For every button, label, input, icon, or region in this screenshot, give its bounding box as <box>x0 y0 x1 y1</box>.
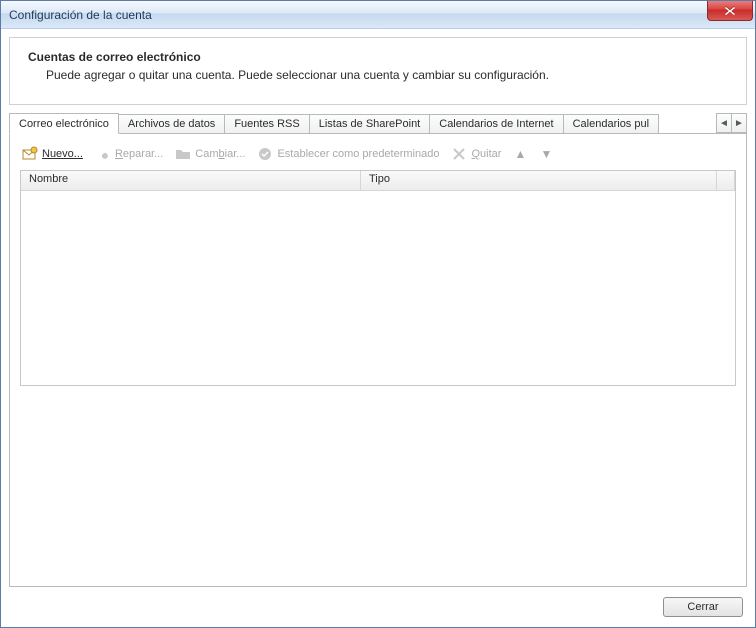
chevron-left-icon: ◄ <box>719 118 729 129</box>
account-settings-dialog: Configuración de la cuenta Cuentas de co… <box>0 0 756 628</box>
accounts-list: Nombre Tipo <box>20 170 736 386</box>
footer: Cerrar <box>9 587 747 619</box>
tab-fuentes-rss[interactable]: Fuentes RSS <box>224 114 309 133</box>
tab-calendarios-internet[interactable]: Calendarios de Internet <box>429 114 563 133</box>
window-close-button[interactable] <box>707 1 753 21</box>
change-button: Cambiar... <box>175 146 245 162</box>
set-default-label: Establecer como predeterminado <box>277 148 439 160</box>
change-label: Cambiar... <box>195 148 245 160</box>
column-header-spacer <box>717 171 735 190</box>
chevron-right-icon: ► <box>734 118 744 129</box>
tab-listas-sharepoint[interactable]: Listas de SharePoint <box>309 114 431 133</box>
column-header-name[interactable]: Nombre <box>21 171 361 190</box>
move-up-button: ▲ <box>513 147 527 161</box>
tab-scroll-left-button[interactable]: ◄ <box>716 113 732 133</box>
header-description: Puede agregar o quitar una cuenta. Puede… <box>28 68 728 82</box>
column-header-type[interactable]: Tipo <box>361 171 717 190</box>
folder-icon <box>175 146 191 162</box>
tab-panel: Nuevo... Reparar... Cambiar... <box>9 133 747 587</box>
close-icon <box>724 6 736 16</box>
repair-label: Reparar... <box>115 148 163 160</box>
wrench-icon <box>95 146 111 162</box>
new-mail-icon <box>22 146 38 162</box>
tabs-row: Correo electrónico Archivos de datos Fue… <box>9 111 747 133</box>
new-account-button[interactable]: Nuevo... <box>22 146 83 162</box>
delete-x-icon <box>451 146 467 162</box>
arrow-up-icon: ▲ <box>514 147 526 161</box>
tab-archivos-de-datos[interactable]: Archivos de datos <box>118 114 225 133</box>
repair-button: Reparar... <box>95 146 163 162</box>
remove-button: Quitar <box>451 146 501 162</box>
list-body <box>21 191 735 385</box>
window-title: Configuración de la cuenta <box>9 8 152 22</box>
list-header: Nombre Tipo <box>21 171 735 191</box>
set-default-button: Establecer como predeterminado <box>257 146 439 162</box>
arrow-down-icon: ▼ <box>540 147 552 161</box>
header-title: Cuentas de correo electrónico <box>28 50 728 64</box>
check-circle-icon <box>257 146 273 162</box>
titlebar: Configuración de la cuenta <box>1 1 755 29</box>
new-account-label: Nuevo... <box>42 148 83 160</box>
toolbar: Nuevo... Reparar... Cambiar... <box>20 144 736 170</box>
tab-calendarios-publicados[interactable]: Calendarios pul <box>563 114 659 133</box>
tab-scroll-right-button[interactable]: ► <box>731 113 747 133</box>
remove-label: Quitar <box>471 148 501 160</box>
content-area: Cuentas de correo electrónico Puede agre… <box>1 29 755 627</box>
tab-correo-electronico[interactable]: Correo electrónico <box>9 113 119 134</box>
tab-scroll-controls: ◄ ► <box>717 113 747 133</box>
move-down-button: ▼ <box>539 147 553 161</box>
header-panel: Cuentas de correo electrónico Puede agre… <box>9 37 747 105</box>
close-button[interactable]: Cerrar <box>663 597 743 617</box>
